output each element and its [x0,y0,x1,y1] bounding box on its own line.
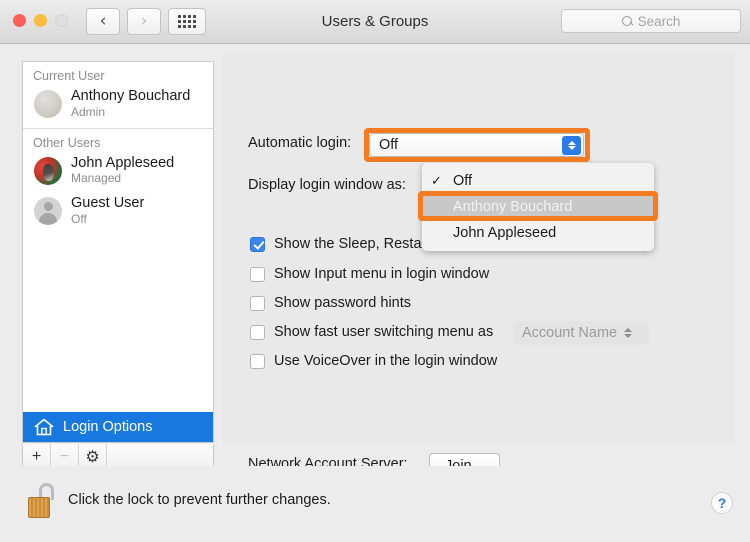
user-name: Guest User [71,195,145,212]
user-status: Admin [71,104,106,119]
avatar [34,156,62,185]
checkbox-label: Use VoiceOver in the login window [274,353,498,369]
search-icon [621,15,633,27]
display-login-window-label: Display login window as: [248,177,406,193]
chevron-up-down-icon [562,136,581,155]
automatic-login-popup[interactable]: Off [369,133,584,157]
display-login-window-row: Display login window as: [248,177,406,193]
checkbox-row-password-hints[interactable]: Show password hints [250,295,411,311]
user-name: John Appleseed [71,154,175,171]
menu-item-label: John Appleseed [453,225,557,241]
user-status: Managed [71,171,122,186]
menu-item-label: Off [453,173,473,189]
menu-item-off[interactable]: ✓ Off [422,168,654,194]
sidebar-item-john-appleseed[interactable]: John Appleseed Managed [23,153,213,194]
checkbox-row-voiceover[interactable]: Use VoiceOver in the login window [250,353,497,369]
automatic-login-row: Automatic login: [248,135,351,151]
menu-item-label: Anthony Bouchard [453,199,573,215]
checkbox[interactable] [250,324,265,340]
checkmark-icon: ✓ [431,173,442,188]
users-and-groups-window: ‹ › Users & Groups Search Current User A… [0,0,750,542]
sidebar-item-label: Login Options [63,419,153,435]
search-placeholder: Search [637,13,681,29]
automatic-login-label: Automatic login: [248,135,352,151]
checkbox-label: Show Input menu in login window [274,266,490,282]
checkbox-label: Show password hints [274,295,412,311]
checkbox[interactable] [250,353,265,369]
title-bar: ‹ › Users & Groups Search [0,0,750,44]
sidebar-item-anthony-bouchard[interactable]: Anthony Bouchard Admin [23,86,213,127]
padlock-body [28,497,50,518]
group-header-current-user: Current User [33,69,105,83]
sidebar-item-guest-user[interactable]: Guest User Off [23,193,213,234]
group-header-other-users: Other Users [33,135,101,150]
fast-user-switching-value: Account Name [522,325,618,341]
checkbox[interactable] [250,236,265,252]
menu-item-john-appleseed[interactable]: John Appleseed [422,220,654,246]
avatar [34,89,62,118]
avatar [34,197,62,226]
chevron-up-down-icon [624,328,633,338]
checkbox-row-input-menu[interactable]: Show Input menu in login window [250,266,489,282]
house-icon [34,418,54,436]
checkbox-row-fast-user-switching[interactable]: Show fast user switching menu as [250,324,493,340]
lock-message: Click the lock to prevent further change… [68,492,331,508]
user-name: Anthony Bouchard [71,88,191,104]
fast-user-switching-popup: Account Name [513,321,649,345]
search-input[interactable]: Search [561,9,741,33]
checkbox-label: Show fast user switching menu as [274,324,494,340]
user-status: Off [71,212,87,227]
automatic-login-value: Off [379,137,399,153]
menu-item-anthony-bouchard[interactable]: Anthony Bouchard [422,194,654,220]
automatic-login-menu: ✓ Off Anthony Bouchard John Appleseed [422,163,654,251]
sidebar-item-login-options[interactable]: Login Options [23,412,213,442]
users-sidebar: Current User Anthony Bouchard Admin Othe… [22,61,214,443]
unlocked-padlock-icon[interactable] [28,483,58,519]
checkbox[interactable] [250,266,265,282]
checkbox[interactable] [250,295,265,311]
help-button[interactable]: ? [711,492,733,514]
